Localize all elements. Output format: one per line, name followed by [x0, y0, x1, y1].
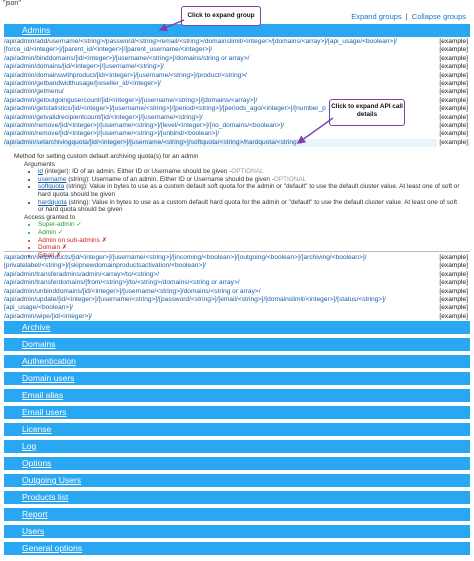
arrow-to-api: [296, 117, 334, 144]
arrow-to-group: [158, 19, 185, 32]
annotation-arrows: [158, 19, 334, 144]
